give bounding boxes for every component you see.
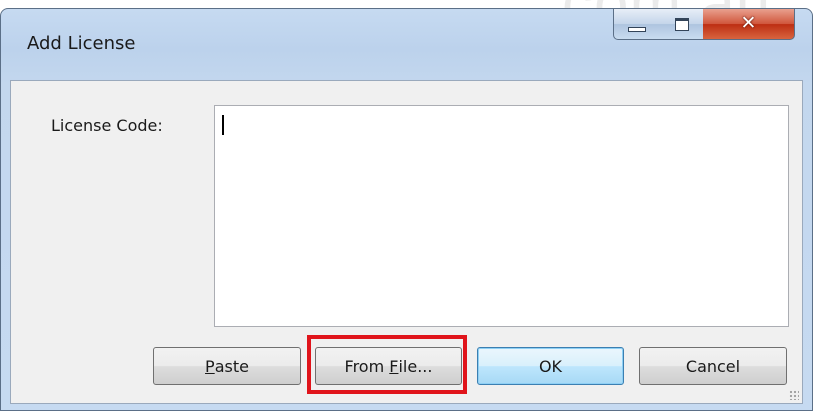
- dialog-body: License Code: Paste From File... OK Canc…: [10, 80, 803, 404]
- minimize-icon: [628, 27, 646, 32]
- maximize-button[interactable]: [660, 8, 704, 40]
- close-button[interactable]: ✕: [703, 8, 795, 40]
- ok-label: OK: [538, 356, 563, 376]
- ok-button[interactable]: OK: [477, 347, 624, 385]
- from-file-highlight-box: [307, 335, 467, 394]
- cancel-button[interactable]: Cancel: [639, 347, 787, 385]
- close-icon: ✕: [740, 11, 757, 34]
- paste-mnemonic: P: [205, 356, 215, 376]
- paste-label-rest: aste: [214, 356, 249, 376]
- minimize-button[interactable]: [613, 8, 661, 40]
- window-title: Add License: [27, 33, 136, 54]
- paste-button[interactable]: Paste: [153, 347, 301, 385]
- text-caret: [222, 115, 224, 135]
- license-code-label: License Code:: [51, 116, 163, 135]
- cancel-label: Cancel: [685, 356, 741, 376]
- add-license-dialog: Add License ✕ License Code: Paste From F…: [0, 8, 813, 411]
- maximize-icon: [674, 18, 689, 31]
- license-code-input[interactable]: [214, 105, 789, 327]
- resize-grip[interactable]: [789, 390, 799, 400]
